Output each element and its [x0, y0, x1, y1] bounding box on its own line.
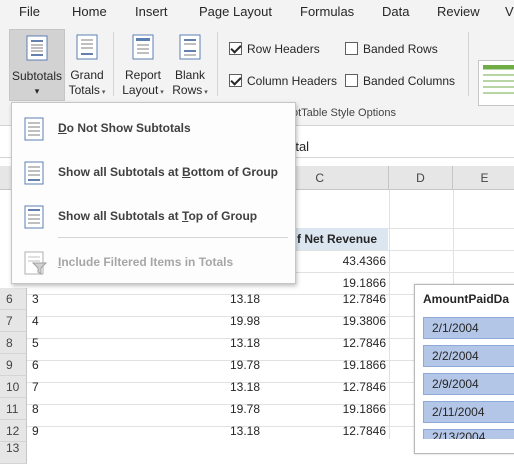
net-revenue-cell[interactable]: 12.7846: [300, 380, 386, 394]
banded-columns-label: Banded Columns: [363, 74, 456, 88]
amount-cell[interactable]: 13.18: [190, 292, 260, 306]
net-revenue-cell[interactable]: 19.1866: [300, 358, 386, 372]
tab-insert[interactable]: Insert: [135, 4, 168, 19]
menu-item-label: Include Filtered Items in Totals: [58, 255, 234, 269]
filter-icon: [24, 251, 48, 278]
net-revenue-cell[interactable]: 19.3806: [300, 314, 386, 328]
slicer-title: AmountPaidDa: [423, 292, 510, 306]
menu-item-subtotals-top[interactable]: Show all Subtotals at Top of Group: [12, 199, 295, 235]
checkbox-box: [229, 42, 242, 55]
report-layout-label-2: Layout ▾: [122, 83, 164, 97]
tab-review[interactable]: Review: [437, 4, 480, 19]
row-header[interactable]: 6: [0, 288, 27, 310]
row-header[interactable]: 10: [0, 376, 27, 398]
tab-page-layout[interactable]: Page Layout: [199, 4, 272, 19]
banded-rows-label: Banded Rows: [363, 42, 438, 56]
amount-cell[interactable]: 19.98: [190, 314, 260, 328]
grand-totals-icon: [66, 34, 108, 64]
slicer-item[interactable]: 2/2/2004: [423, 345, 514, 367]
row-label-cell[interactable]: 8: [32, 402, 39, 416]
menu-item-include-filtered-items: Include Filtered Items in Totals: [12, 245, 295, 281]
slicer-amount-paid-date[interactable]: AmountPaidDa 2/1/2004 2/2/2004 2/9/2004 …: [414, 284, 514, 454]
net-revenue-cell[interactable]: 12.7846: [300, 292, 386, 306]
subtotals-dropdown-menu: Do Not Show Subtotals Show all Subtotals…: [11, 102, 296, 284]
grand-totals-label-1: Grand: [70, 68, 104, 82]
no-subtotals-icon: [24, 117, 44, 144]
tab-home[interactable]: Home: [72, 4, 107, 19]
blank-rows-icon: [170, 34, 210, 64]
ribbon-separator: [113, 32, 114, 96]
slicer-item[interactable]: 2/1/2004: [423, 317, 514, 339]
tab-data[interactable]: Data: [382, 4, 409, 19]
amount-cell[interactable]: 13.18: [190, 424, 260, 438]
row-label-cell[interactable]: 4: [32, 314, 39, 328]
pivot-value-header[interactable]: f Net Revenue: [290, 228, 388, 250]
subtotals-top-icon: [24, 205, 44, 232]
net-revenue-cell[interactable]: 19.1866: [300, 276, 386, 290]
menu-item-label: Show all Subtotals at Bottom of Group: [58, 165, 278, 179]
row-label-cell[interactable]: 5: [32, 336, 39, 350]
slicer-item[interactable]: 2/11/2004: [423, 401, 514, 423]
row-label-cell[interactable]: 7: [32, 380, 39, 394]
ribbon-separator: [217, 32, 218, 96]
grand-totals-label-2: Totals ▾: [68, 83, 106, 97]
menu-item-subtotals-bottom[interactable]: Show all Subtotals at Bottom of Group: [12, 155, 295, 191]
row-header[interactable]: 7: [0, 310, 27, 332]
row-header[interactable]: 8: [0, 332, 27, 354]
tab-view[interactable]: V: [505, 4, 514, 19]
row-header[interactable]: 13: [0, 442, 27, 464]
banded-columns-checkbox[interactable]: Banded Columns: [345, 74, 455, 88]
row-label-cell[interactable]: 9: [32, 424, 39, 438]
subtotals-icon: [10, 35, 64, 65]
report-layout-icon: [118, 34, 168, 64]
row-label-cell[interactable]: 6: [32, 358, 39, 372]
slicer-item[interactable]: 2/9/2004: [423, 373, 514, 395]
amount-cell[interactable]: 19.78: [190, 358, 260, 372]
row-header[interactable]: 9: [0, 354, 27, 376]
checkbox-box: [229, 74, 242, 87]
slicer-item[interactable]: 2/13/2004: [423, 429, 514, 439]
style-options-group-label: otTable Style Options: [292, 107, 396, 119]
row-headers-checkbox[interactable]: Row Headers: [229, 42, 320, 56]
banded-rows-checkbox[interactable]: Banded Rows: [345, 42, 438, 56]
net-revenue-cell[interactable]: 19.1866: [300, 402, 386, 416]
amount-cell[interactable]: 19.78: [190, 402, 260, 416]
menu-item-label: Do Not Show Subtotals: [58, 121, 191, 135]
tab-formulas[interactable]: Formulas: [300, 4, 354, 19]
report-layout-button[interactable]: Report Layout ▾: [118, 29, 168, 101]
blank-rows-label-2: Rows ▾: [172, 83, 208, 97]
column-headers-checkbox[interactable]: Column Headers: [229, 74, 337, 88]
net-revenue-cell[interactable]: 12.7846: [300, 336, 386, 350]
checkbox-box: [345, 42, 358, 55]
blank-rows-button[interactable]: Blank Rows ▾: [170, 29, 210, 101]
menu-bar: File Home Insert Page Layout Formulas Da…: [0, 0, 514, 26]
subtotals-bottom-icon: [24, 161, 44, 188]
row-headers-label: Row Headers: [247, 42, 320, 56]
subtotals-button[interactable]: Subtotals ▾: [9, 29, 65, 101]
report-layout-label-1: Report: [124, 68, 162, 82]
pivot-style-gallery[interactable]: [478, 60, 514, 106]
subtotals-label: Subtotals: [11, 69, 63, 83]
column-header-d[interactable]: D: [389, 166, 453, 190]
blank-rows-label-1: Blank: [174, 68, 206, 82]
subtotals-dropdown-arrow: ▾: [34, 86, 40, 96]
net-revenue-cell[interactable]: 12.7846: [300, 424, 386, 438]
grand-totals-button[interactable]: Grand Totals ▾: [66, 29, 108, 101]
net-revenue-cell[interactable]: 43.4366: [300, 254, 386, 268]
menu-separator: [58, 237, 288, 238]
row-header[interactable]: 11: [0, 398, 27, 420]
ribbon-separator: [468, 32, 469, 96]
checkbox-box: [345, 74, 358, 87]
column-headers-label: Column Headers: [247, 74, 338, 88]
amount-cell[interactable]: 13.18: [190, 380, 260, 394]
menu-item-do-not-show-subtotals[interactable]: Do Not Show Subtotals: [12, 111, 295, 147]
amount-cell[interactable]: 13.18: [190, 336, 260, 350]
row-label-cell[interactable]: 3: [32, 292, 39, 306]
menu-item-label: Show all Subtotals at Top of Group: [58, 209, 258, 223]
tab-file[interactable]: File: [19, 4, 40, 19]
column-header-e[interactable]: E: [453, 166, 514, 190]
